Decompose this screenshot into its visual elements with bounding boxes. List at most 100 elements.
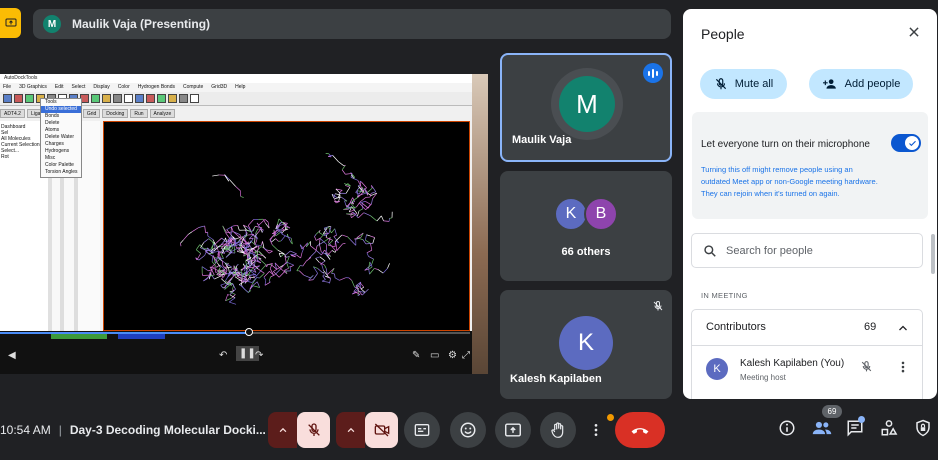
app-toolbar-icon (3, 94, 12, 103)
panel-scrollbar[interactable] (931, 234, 935, 274)
bond-line (296, 265, 301, 272)
app-tab: Grid (82, 109, 101, 118)
bond-line (331, 250, 336, 253)
screen-icon[interactable]: ▭ (430, 350, 439, 361)
people-button[interactable] (812, 419, 832, 442)
app-toolbar-icon (14, 94, 23, 103)
app-menu-item: Color (117, 84, 130, 90)
bond-line (365, 243, 373, 245)
emoji-button[interactable] (450, 412, 486, 448)
more-options-button[interactable] (584, 412, 608, 448)
bond-line (227, 293, 229, 296)
group-label[interactable]: Contributors (706, 321, 766, 333)
molecule-viewer (103, 121, 470, 331)
bond-line (220, 282, 227, 286)
fullscreen-icon[interactable]: ⤢ (462, 350, 470, 361)
bond-line (312, 273, 318, 280)
app-toolbar-icon (146, 94, 155, 103)
bond-line (381, 215, 384, 222)
avatar: M (559, 76, 615, 132)
bond-line (269, 268, 274, 276)
bond-line (345, 173, 353, 175)
bond-line (327, 250, 333, 256)
bond-line (329, 278, 331, 284)
tile-others[interactable]: K B 66 others (500, 171, 672, 281)
bond-line (315, 256, 320, 259)
bond-line (334, 250, 337, 253)
mic-setting-description: Turning this off might remove people usi… (701, 165, 878, 198)
camera-options-button[interactable] (336, 412, 366, 448)
app-toolbar-icon (124, 94, 133, 103)
bond-line (349, 238, 357, 246)
bond-line (314, 236, 317, 241)
chat-notification-dot (858, 416, 865, 423)
bond-line (319, 245, 322, 253)
bond-line (310, 245, 316, 251)
presenting-indicator[interactable] (0, 8, 21, 38)
chevron-up-icon[interactable] (897, 321, 909, 339)
bond-line (226, 231, 234, 234)
forward-icon[interactable]: ↷ (255, 350, 263, 361)
dropdown-item: Hydrogens (45, 148, 70, 154)
captions-button[interactable] (404, 412, 440, 448)
rewind-icon[interactable]: ↶ (219, 350, 227, 361)
raise-hand-button[interactable] (540, 412, 576, 448)
presenter-avatar: M (43, 15, 61, 33)
bond-line (363, 212, 371, 216)
bond-line (372, 237, 375, 244)
search-input[interactable] (726, 244, 906, 257)
close-icon[interactable] (907, 25, 921, 44)
mic-setting-toggle[interactable] (891, 134, 921, 152)
bond-line (365, 239, 371, 244)
bond-line (300, 265, 303, 267)
activities-button[interactable] (880, 419, 898, 442)
edit-dropdown: Tools Undo selected Bonds Delete Atoms Delete… (40, 98, 82, 178)
bond-line (335, 234, 343, 242)
bond-line (254, 225, 263, 229)
mic-off-icon[interactable] (860, 360, 873, 378)
mute-all-button[interactable]: Mute all (700, 69, 787, 99)
bond-line (365, 200, 371, 205)
pen-icon[interactable]: ✎ (412, 350, 420, 361)
bond-line (233, 246, 236, 254)
mic-options-button[interactable] (268, 412, 298, 448)
info-button[interactable] (778, 419, 796, 442)
shared-screen[interactable]: AutoDockTools File 3D Graphics Edit Select D… (0, 74, 488, 374)
bond-line (368, 261, 371, 269)
present-button[interactable] (495, 412, 531, 448)
present-screen-icon (5, 18, 16, 27)
panel-title: People (701, 26, 745, 42)
app-menu: File 3D Graphics Edit Select Display Color Hyd… (0, 83, 472, 92)
host-controls-icon (916, 419, 930, 437)
volume-icon[interactable]: ◀ (8, 350, 16, 361)
bond-line (369, 268, 375, 275)
dropdown-item: Charges (45, 141, 64, 147)
more-options-icon[interactable] (897, 360, 909, 379)
app-toolbar-icon (135, 94, 144, 103)
bond-line (296, 254, 301, 259)
bond-line (180, 243, 182, 247)
mic-control[interactable] (268, 412, 330, 448)
dropdown-item: Delete Water (45, 134, 74, 140)
tile-maulik-vaja[interactable]: M Maulik Vaja (500, 53, 672, 162)
info-icon (779, 420, 795, 436)
settings-icon[interactable]: ⚙ (448, 350, 457, 361)
end-call-button[interactable] (615, 412, 665, 448)
people-search[interactable] (691, 233, 923, 268)
bond-line (322, 275, 326, 280)
camera-toggle-button[interactable] (365, 412, 398, 448)
add-people-button[interactable]: Add people (809, 69, 913, 99)
bond-line (284, 267, 289, 271)
bond-line (382, 268, 388, 274)
bond-line (360, 286, 365, 290)
tile-kalesh-kapilaben[interactable]: K Kalesh Kapilaben (500, 290, 672, 399)
bond-line (316, 241, 324, 247)
speaking-indicator-icon (643, 63, 663, 83)
host-controls-button[interactable] (914, 419, 932, 442)
camera-control[interactable] (336, 412, 398, 448)
mic-toggle-button[interactable] (297, 412, 330, 448)
bond-line (315, 249, 322, 256)
bond-line (334, 277, 340, 281)
dropdown-item: Bonds (45, 113, 60, 119)
bond-line (323, 272, 325, 276)
